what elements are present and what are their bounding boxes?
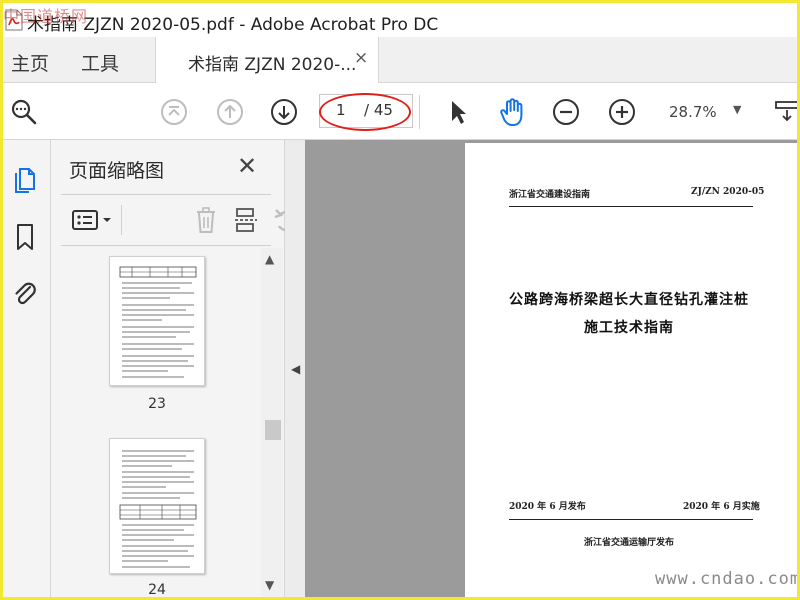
- scroll-down-icon[interactable]: ▼: [265, 578, 274, 592]
- doc-title-line2: 施工技术指南: [584, 320, 674, 336]
- header-rule: [509, 206, 753, 207]
- pdf-file-icon: [5, 9, 23, 31]
- toolbar: 1 / 45 28.7% ▼: [3, 83, 797, 140]
- doc-implement-date: 2020 年 6 月实施: [683, 502, 760, 512]
- thumbnail-page-content: [119, 450, 197, 568]
- total-pages-label: / 45: [364, 101, 393, 119]
- zoom-level-value: 28.7%: [669, 103, 717, 121]
- options-menu-icon: [72, 210, 111, 230]
- thumbnail-options-button[interactable]: [71, 205, 115, 235]
- page-thumbnails-icon: [15, 168, 35, 193]
- doc-title-line1: 公路跨海桥梁超长大直径钻孔灌注桩: [509, 292, 749, 308]
- magnifier-icon: [11, 99, 37, 125]
- close-panel-icon[interactable]: ✕: [237, 152, 257, 180]
- insert-page-button[interactable]: [231, 205, 261, 235]
- more-tools-button[interactable]: [773, 97, 797, 127]
- panel-collapse-strip[interactable]: ◀: [285, 140, 305, 597]
- attachments-button[interactable]: [9, 276, 41, 310]
- collapse-arrow-icon[interactable]: ◀: [291, 362, 300, 376]
- pdf-page: 浙江省交通建设指南 ZJ/ZN 2020-05 公路跨海桥梁超长大直径钻孔灌注桩…: [465, 143, 797, 597]
- pointer-arrow-icon: [452, 101, 466, 124]
- arrow-up-icon: [217, 99, 243, 125]
- thumbnail-scrollbar[interactable]: ▲ ▼: [261, 248, 283, 597]
- bookmark-icon: [17, 224, 33, 250]
- insert-pages-icon: [235, 208, 257, 232]
- thumbnail-page-24[interactable]: [109, 438, 205, 574]
- thumbnail-page-number: 23: [148, 396, 166, 412]
- select-tool-button[interactable]: [443, 97, 473, 127]
- tab-tools[interactable]: 工具: [81, 49, 119, 76]
- minus-circle-icon: [553, 99, 579, 125]
- chevron-down-icon: ▼: [733, 103, 742, 116]
- scrollbar-thumb[interactable]: [265, 420, 281, 440]
- first-page-button[interactable]: [159, 97, 189, 127]
- doc-publish-date: 2020 年 6 月发布: [509, 502, 586, 512]
- window-title: 术指南 ZJZN 2020-05.pdf - Adobe Acrobat Pro…: [27, 15, 439, 35]
- trash-icon: [197, 207, 215, 233]
- scroll-up-icon[interactable]: ▲: [265, 252, 274, 266]
- zoom-in-button[interactable]: [607, 97, 637, 127]
- thumbnail-page-number: 24: [148, 582, 166, 597]
- bookmarks-button[interactable]: [9, 220, 41, 254]
- first-page-icon: [161, 99, 187, 125]
- hand-icon: [500, 98, 523, 126]
- doc-header-left: 浙江省交通建设指南: [509, 190, 591, 200]
- document-view[interactable]: 浙江省交通建设指南 ZJ/ZN 2020-05 公路跨海桥梁超长大直径钻孔灌注桩…: [305, 140, 797, 597]
- toolbar-divider: [419, 95, 420, 129]
- tab-home[interactable]: 主页: [11, 49, 49, 76]
- tab-bar: 主页 工具 术指南 ZJZN 2020-... ×: [3, 37, 797, 83]
- doc-header-right: ZJ/ZN 2020-05: [691, 187, 765, 197]
- previous-page-button[interactable]: [215, 97, 245, 127]
- delete-page-button[interactable]: [191, 205, 221, 235]
- app-window: 术指南 ZJZN 2020-05.pdf - Adobe Acrobat Pro…: [3, 3, 797, 597]
- thumbnail-list: 23 24: [51, 248, 263, 597]
- thumbnail-page-content: [119, 266, 197, 378]
- thumbnail-page-23[interactable]: [109, 256, 205, 386]
- thumbnail-toolbar: [61, 194, 297, 246]
- paperclip-icon: [15, 282, 36, 305]
- page-thumbnails-button[interactable]: [9, 162, 41, 196]
- current-page-input[interactable]: 1: [336, 101, 346, 119]
- zoom-out-button[interactable]: [551, 97, 581, 127]
- search-zoom-button[interactable]: [9, 97, 39, 127]
- title-bar: 术指南 ZJZN 2020-05.pdf - Adobe Acrobat Pro…: [3, 3, 797, 37]
- scroll-mode-icon: [775, 101, 797, 122]
- page-number-field[interactable]: 1 / 45: [319, 94, 413, 128]
- navigation-rail: [3, 140, 51, 597]
- doc-issuer: 浙江省交通运输厅发布: [583, 538, 674, 548]
- zoom-level-dropdown[interactable]: 28.7% ▼: [659, 97, 751, 127]
- arrow-down-icon: [271, 99, 297, 125]
- thumbnail-panel: 页面缩略图 ✕ 23 24 ▲ ▼: [51, 140, 297, 597]
- panel-tool-divider: [121, 205, 122, 235]
- plus-circle-icon: [609, 99, 635, 125]
- next-page-button[interactable]: [269, 97, 299, 127]
- tab-document[interactable]: 术指南 ZJZN 2020-... ×: [155, 37, 379, 83]
- panel-title: 页面缩略图: [69, 160, 165, 182]
- footer-rule: [509, 519, 753, 520]
- tab-document-label: 术指南 ZJZN 2020-...: [188, 55, 357, 75]
- close-tab-icon[interactable]: ×: [354, 48, 368, 68]
- hand-tool-button[interactable]: [497, 97, 527, 127]
